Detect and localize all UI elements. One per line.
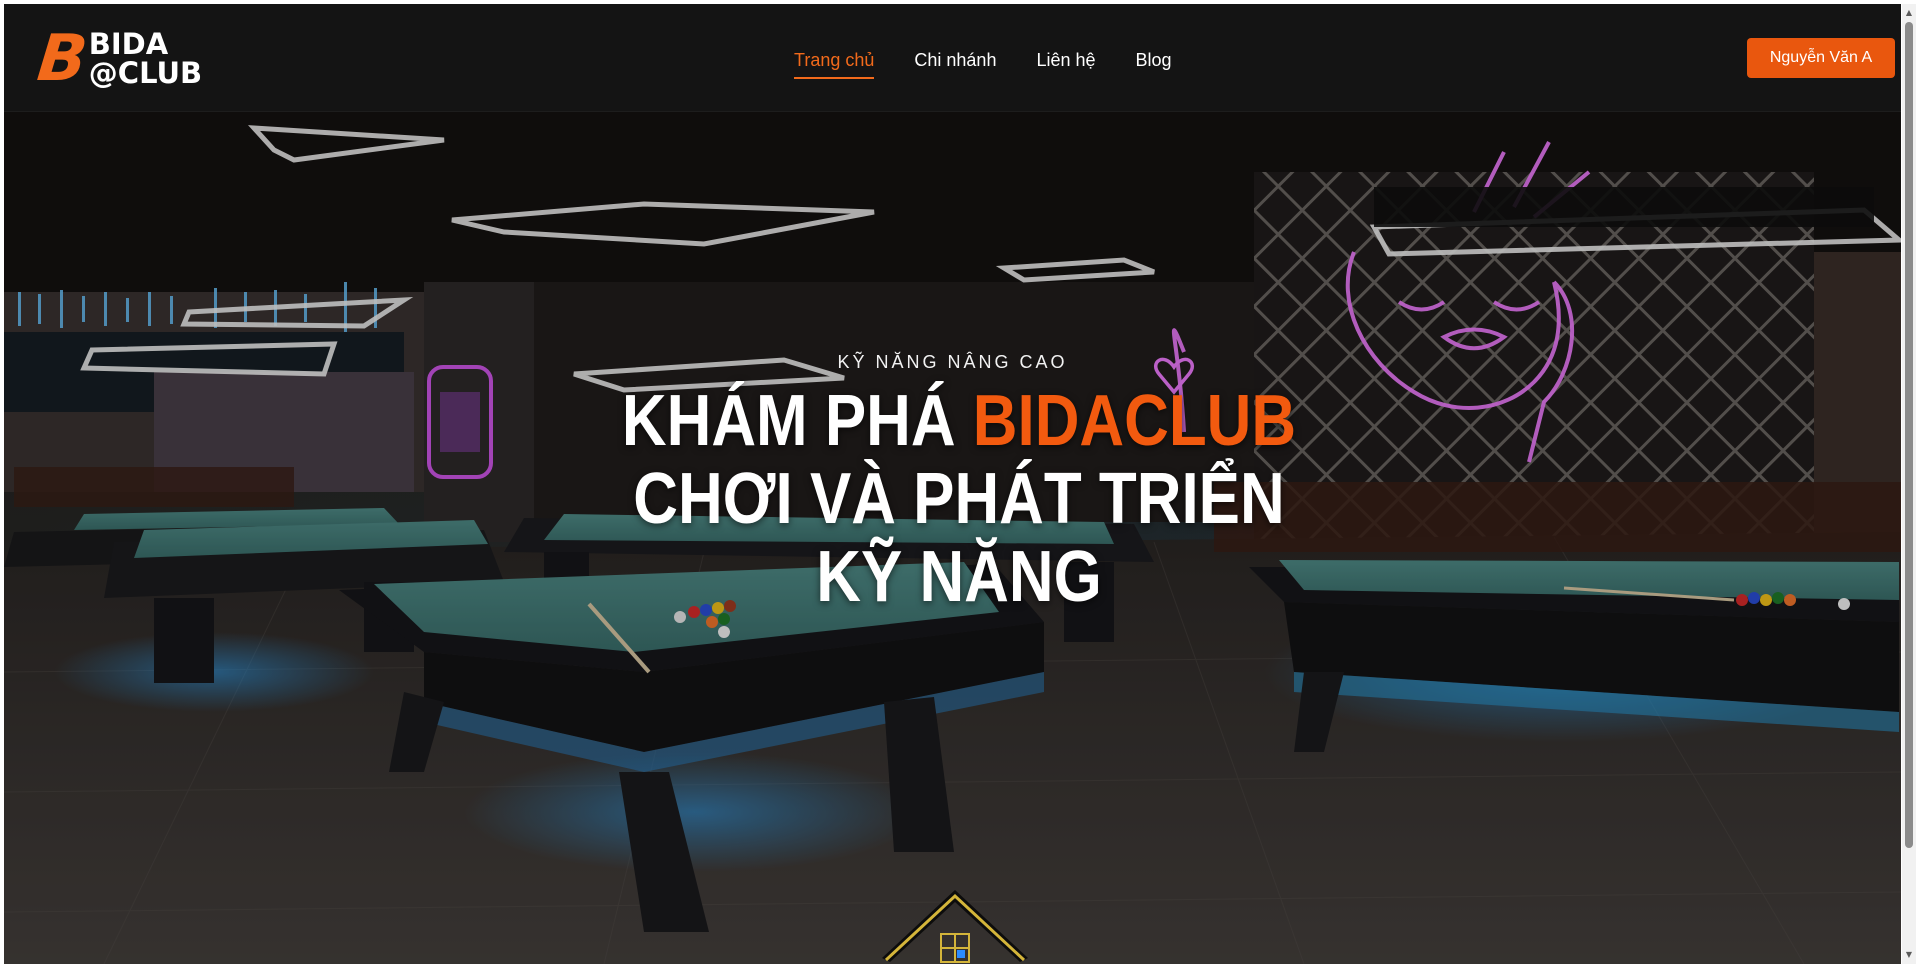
main-nav: Trang chủ Chi nhánh Liên hệ Blog (794, 50, 1212, 79)
house-icon[interactable] (880, 888, 1030, 964)
browser-viewport: B BIDA @CLUB Trang chủ Chi nhánh Liên hệ… (4, 4, 1901, 964)
site-logo[interactable]: B BIDA @CLUB (34, 22, 210, 96)
scrollbar-thumb[interactable] (1905, 22, 1913, 848)
nav-item-home[interactable]: Trang chủ (794, 50, 875, 79)
hero-title-accent: BIDACLUB (972, 381, 1297, 461)
chevron-up-icon[interactable]: ▲ (1902, 6, 1916, 20)
logo-wordmark: BIDA @CLUB (89, 30, 202, 88)
hero-title-rest: CHƠI VÀ PHÁT TRIỂN KỸ NĂNG (633, 459, 1285, 617)
logo-line-2: @CLUB (88, 56, 203, 90)
chevron-down-icon[interactable]: ▼ (1902, 948, 1916, 962)
user-account-button[interactable]: Nguyễn Văn A (1747, 38, 1895, 78)
hero-title-prefix: KHÁM PHÁ (621, 381, 956, 461)
logo-line-1: BIDA (88, 27, 169, 61)
page-scrollbar[interactable]: ▲ ▼ (1902, 4, 1916, 964)
site-header: B BIDA @CLUB Trang chủ Chi nhánh Liên hệ… (4, 4, 1901, 112)
logo-mark: B (34, 22, 89, 96)
nav-item-branches[interactable]: Chi nhánh (914, 50, 996, 79)
hero-title: KHÁM PHÁ BIDACLUB CHƠI VÀ PHÁT TRIỂN KỸ … (619, 382, 1298, 616)
nav-item-blog[interactable]: Blog (1136, 50, 1172, 79)
hero-kicker: KỸ NĂNG NÂNG CAO (837, 352, 1068, 372)
nav-item-contact[interactable]: Liên hệ (1036, 50, 1095, 79)
hero-section: KỸ NĂNG NÂNG CAO KHÁM PHÁ BIDACLUB CHƠI … (4, 112, 1901, 964)
